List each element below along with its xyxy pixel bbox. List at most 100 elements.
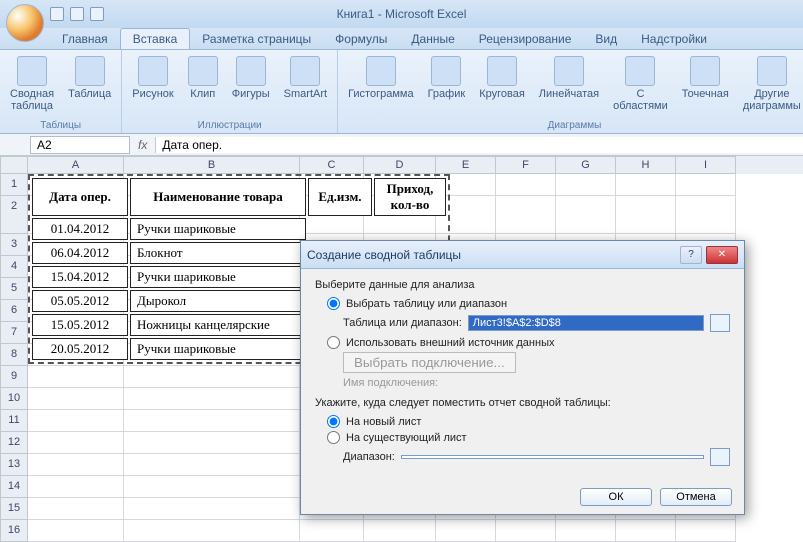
table-button[interactable]: Таблица — [66, 54, 113, 102]
cell-name[interactable]: Ручки шариковые — [130, 338, 306, 360]
cell[interactable] — [124, 476, 300, 498]
tab-formulas[interactable]: Формулы — [323, 29, 399, 49]
name-box[interactable]: A2 — [30, 136, 130, 154]
cell[interactable] — [616, 174, 676, 196]
location-ref-button[interactable] — [710, 448, 730, 466]
cell-date[interactable]: 20.05.2012 — [32, 338, 128, 360]
shapes-button[interactable]: Фигуры — [230, 54, 272, 102]
row-header[interactable]: 11 — [0, 410, 28, 432]
row-header[interactable]: 1 — [0, 174, 28, 196]
undo-icon[interactable] — [70, 7, 84, 21]
redo-icon[interactable] — [90, 7, 104, 21]
cell-date[interactable]: 01.04.2012 — [32, 218, 128, 240]
col-header-f[interactable]: F — [496, 156, 556, 174]
row-header[interactable]: 4 — [0, 256, 28, 278]
scatter-chart-button[interactable]: Точечная — [680, 54, 731, 102]
row-header[interactable]: 9 — [0, 366, 28, 388]
cell[interactable] — [124, 498, 300, 520]
dialog-help-button[interactable]: ? — [680, 246, 702, 264]
cell[interactable] — [124, 410, 300, 432]
location-input[interactable] — [401, 455, 704, 459]
radio-select-range[interactable] — [327, 297, 340, 310]
column-chart-button[interactable]: Гистограмма — [346, 54, 416, 102]
cell[interactable] — [496, 174, 556, 196]
col-header-a[interactable]: A — [28, 156, 124, 174]
ok-button[interactable]: ОК — [580, 488, 652, 506]
row-header[interactable]: 6 — [0, 300, 28, 322]
other-charts-button[interactable]: Другие диаграммы — [741, 54, 803, 114]
range-input[interactable]: Лист3!$A$2:$D$8 — [468, 315, 704, 331]
row-header[interactable]: 10 — [0, 388, 28, 410]
area-chart-button[interactable]: С областями — [611, 54, 670, 114]
cell[interactable] — [556, 174, 616, 196]
cancel-button[interactable]: Отмена — [660, 488, 732, 506]
range-ref-button[interactable] — [710, 314, 730, 332]
cell[interactable] — [124, 432, 300, 454]
cell[interactable] — [28, 454, 124, 476]
row-header[interactable]: 12 — [0, 432, 28, 454]
cell[interactable] — [616, 196, 676, 234]
cell[interactable] — [28, 432, 124, 454]
cell-name[interactable]: Ручки шариковые — [130, 266, 306, 288]
cell[interactable] — [556, 196, 616, 234]
cell-date[interactable]: 15.05.2012 — [32, 314, 128, 336]
radio-new-sheet[interactable] — [327, 415, 340, 428]
select-all-corner[interactable] — [0, 156, 28, 174]
row-header[interactable]: 8 — [0, 344, 28, 366]
tab-pagelayout[interactable]: Разметка страницы — [190, 29, 323, 49]
clip-button[interactable]: Клип — [186, 54, 220, 102]
fx-icon[interactable]: fx — [138, 138, 147, 152]
cell[interactable] — [28, 476, 124, 498]
tab-review[interactable]: Рецензирование — [467, 29, 584, 49]
row-header[interactable]: 5 — [0, 278, 28, 300]
pivot-table-button[interactable]: Сводная таблица — [8, 54, 56, 114]
bar-chart-button[interactable]: Линейчатая — [537, 54, 601, 102]
col-header-d[interactable]: D — [364, 156, 436, 174]
row-header[interactable]: 7 — [0, 322, 28, 344]
col-header-c[interactable]: C — [300, 156, 364, 174]
cell[interactable] — [28, 498, 124, 520]
office-button[interactable] — [6, 4, 44, 42]
cell[interactable] — [124, 454, 300, 476]
pie-chart-button[interactable]: Круговая — [477, 54, 527, 102]
smartart-button[interactable]: SmartArt — [282, 54, 329, 102]
formula-input[interactable]: Дата опер. — [155, 137, 803, 153]
formula-bar: A2 fx Дата опер. — [0, 134, 803, 156]
cell[interactable] — [28, 366, 124, 388]
cell-date[interactable]: 15.04.2012 — [32, 266, 128, 288]
cell[interactable] — [28, 410, 124, 432]
col-header-e[interactable]: E — [436, 156, 496, 174]
save-icon[interactable] — [50, 7, 64, 21]
cell[interactable] — [676, 174, 736, 196]
col-header-h[interactable]: H — [616, 156, 676, 174]
row-header[interactable]: 2 — [0, 196, 28, 234]
picture-button[interactable]: Рисунок — [130, 54, 176, 102]
cell[interactable] — [676, 196, 736, 234]
cell-name[interactable]: Ножницы канцелярские — [130, 314, 306, 336]
cell-name[interactable]: Блокнот — [130, 242, 306, 264]
row-header[interactable]: 3 — [0, 234, 28, 256]
tab-view[interactable]: Вид — [583, 29, 629, 49]
dialog-close-button[interactable]: ✕ — [706, 246, 738, 264]
cell-date[interactable]: 05.05.2012 — [32, 290, 128, 312]
radio-external-source[interactable] — [327, 336, 340, 349]
row-header[interactable]: 15 — [0, 498, 28, 520]
line-chart-button[interactable]: График — [426, 54, 468, 102]
cell[interactable] — [496, 196, 556, 234]
cell[interactable] — [124, 388, 300, 410]
cell[interactable] — [124, 366, 300, 388]
tab-data[interactable]: Данные — [399, 29, 466, 49]
col-header-i[interactable]: I — [676, 156, 736, 174]
radio-existing-sheet[interactable] — [327, 431, 340, 444]
cell-date[interactable]: 06.04.2012 — [32, 242, 128, 264]
col-header-b[interactable]: B — [124, 156, 300, 174]
cell-name[interactable]: Дырокол — [130, 290, 306, 312]
row-header[interactable]: 14 — [0, 476, 28, 498]
col-header-g[interactable]: G — [556, 156, 616, 174]
cell-name[interactable]: Ручки шариковые — [130, 218, 306, 240]
tab-addins[interactable]: Надстройки — [629, 29, 719, 49]
cell[interactable] — [28, 388, 124, 410]
tab-insert[interactable]: Вставка — [120, 28, 191, 49]
row-header[interactable]: 13 — [0, 454, 28, 476]
tab-home[interactable]: Главная — [50, 29, 120, 49]
